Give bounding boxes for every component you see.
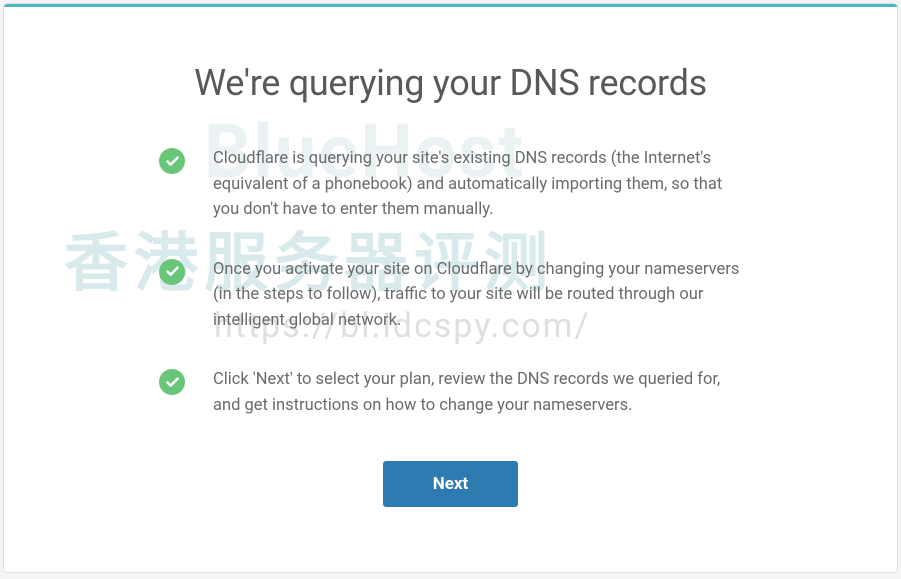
button-row: Next [104, 461, 797, 507]
list-item-text: Click 'Next' to select your plan, review… [213, 367, 742, 418]
page-title: We're querying your DNS records [104, 62, 797, 104]
list-item: Click 'Next' to select your plan, review… [159, 367, 742, 418]
check-icon [159, 259, 185, 285]
list-item: Cloudflare is querying your site's exist… [159, 146, 742, 223]
page-card: BlueHost 香港服务器评测 https://bl.idcspy.com/ … [3, 3, 898, 573]
next-button[interactable]: Next [383, 461, 519, 507]
list-item-text: Once you activate your site on Cloudflar… [213, 257, 742, 334]
list-item-text: Cloudflare is querying your site's exist… [213, 146, 742, 223]
check-icon [159, 148, 185, 174]
info-list: Cloudflare is querying your site's exist… [104, 146, 797, 419]
list-item: Once you activate your site on Cloudflar… [159, 257, 742, 334]
check-icon [159, 369, 185, 395]
